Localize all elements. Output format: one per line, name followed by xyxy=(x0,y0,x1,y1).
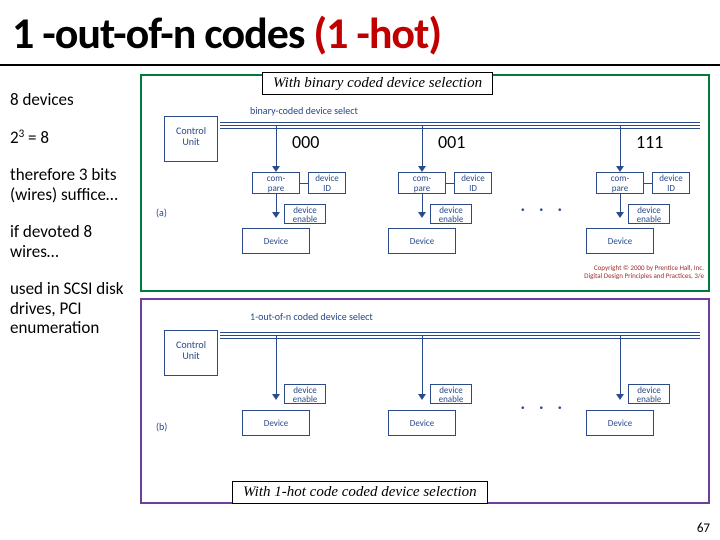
control-unit-a: ControlUnit xyxy=(164,116,218,162)
compare-box: com-pare xyxy=(252,172,300,194)
control-unit-b: ControlUnit xyxy=(164,330,218,376)
b1-sup: 3 xyxy=(19,127,25,140)
bin-001: 001 xyxy=(438,131,465,153)
compare-box: com-pare xyxy=(596,172,644,194)
panel-b: ControlUnit 1-out-of-n coded device sele… xyxy=(140,298,710,504)
bus-b xyxy=(220,332,700,341)
bus-a xyxy=(220,122,700,131)
page-number: 67 xyxy=(697,521,710,536)
left-b3: if devoted 8 wires… xyxy=(10,222,135,261)
device-box: Device xyxy=(586,410,654,436)
title-part1: 1 -out-of-n codes xyxy=(12,6,313,60)
diagram-area: With binary coded device selection Contr… xyxy=(140,74,710,504)
b1-post: = 8 xyxy=(24,127,49,148)
left-b2: therefore 3 bits (wires) suffice… xyxy=(10,165,135,204)
device-id-box: deviceID xyxy=(652,172,690,194)
sublabel-a: (a) xyxy=(156,206,167,219)
caption-b: With 1-hot code coded device selection xyxy=(232,481,488,504)
dots-b: . . . xyxy=(520,388,567,415)
device-enable-label: deviceenable xyxy=(430,204,472,224)
device-enable-label: deviceenable xyxy=(284,204,326,224)
device-enable-label: deviceenable xyxy=(628,384,670,404)
device-enable-label: deviceenable xyxy=(628,204,670,224)
bin-000: 000 xyxy=(292,131,319,153)
device-enable-label: deviceenable xyxy=(430,384,472,404)
device-box: Device xyxy=(388,228,456,254)
dots-a: . . . xyxy=(520,190,567,217)
caption-a: With binary coded device selection xyxy=(262,72,493,95)
left-column: 8 devices 23 = 8 therefore 3 bits (wires… xyxy=(10,90,135,356)
device-id-box: deviceID xyxy=(454,172,492,194)
left-b0: 8 devices xyxy=(10,90,135,110)
left-b1: 23 = 8 xyxy=(10,128,135,148)
sublabel-b: (b) xyxy=(156,420,167,433)
bus-label-b: 1-out-of-n coded device select xyxy=(250,310,373,323)
device-id-box: deviceID xyxy=(308,172,346,194)
device-box: Device xyxy=(242,228,310,254)
compare-box: com-pare xyxy=(398,172,446,194)
bin-111: 111 xyxy=(636,131,663,153)
device-box: Device xyxy=(388,410,456,436)
left-b4: used in SCSI disk drives, PCI enumeratio… xyxy=(10,279,135,338)
b1-pre: 2 xyxy=(10,127,19,148)
panel-a: With binary coded device selection Contr… xyxy=(140,74,710,292)
bus-label-a: binary-coded device select xyxy=(250,104,358,117)
device-box: Device xyxy=(242,410,310,436)
device-box: Device xyxy=(586,228,654,254)
copyright-a: Copyright © 2000 by Prentice Hall, Inc.D… xyxy=(584,264,704,279)
device-enable-label: deviceenable xyxy=(284,384,326,404)
title-part2: (1 -hot) xyxy=(313,6,441,60)
